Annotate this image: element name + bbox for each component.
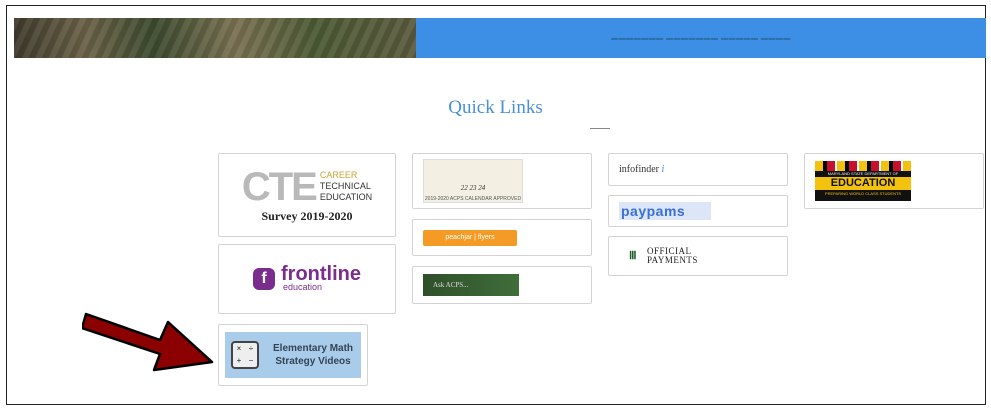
math-label-line1: Elementary Math [273, 343, 354, 354]
msde-logo: MARYLAND STATE DEPARTMENT OF EDUCATION P… [815, 161, 911, 201]
infofinder-label: infofinder [619, 164, 659, 175]
calendar-image: 22 23 24 2019-2020 ACPS CALENDAR APPROVE… [423, 159, 523, 203]
official-payments-link[interactable]: Ⅲ OFFICIAL PAYMENTS [608, 236, 788, 276]
infofinder-i-icon: i [661, 164, 665, 175]
cte-survey-label: Survey 2019-2020 [261, 208, 353, 223]
infofinder-link[interactable]: infofinder i [608, 153, 788, 186]
msde-big-text: EDUCATION [815, 177, 911, 190]
banner-photo [14, 18, 416, 58]
calendar-numbers: 22 23 24 [460, 184, 486, 192]
frontline-logo-icon: f [253, 268, 275, 290]
frontline-name: frontline [281, 263, 361, 285]
maryland-flag-icon [815, 161, 911, 171]
cte-line-education: EDUCATION [319, 192, 373, 202]
math-label-line2: Strategy Videos [275, 356, 351, 367]
calendar-caption: 2019-2020 ACPS CALENDAR APPROVED [424, 196, 522, 202]
cte-logo-text: CTE [241, 164, 318, 209]
paypams-link[interactable]: paypams [608, 195, 788, 227]
peachjar-flyers-link[interactable]: peachjar | flyers [412, 219, 592, 256]
pointer-arrow-icon [82, 312, 214, 372]
header-banner: ▬▬▬▬▬▬▬ ▬▬▬▬▬▬▬ ▬▬▬▬▬ ▬▬▬▬ [14, 18, 986, 58]
cte-survey-link[interactable]: CTE CAREER TECHNICAL EDUCATION Survey 20… [218, 153, 396, 237]
frontline-education-link[interactable]: f frontline education [218, 244, 396, 314]
title-divider [590, 128, 610, 129]
cte-line-career: CAREER [319, 170, 358, 180]
paypams-logo: paypams [619, 202, 711, 220]
official-line2: PAYMENTS [647, 255, 698, 265]
columns-icon: Ⅲ [629, 249, 637, 262]
banner-nav-bar: ▬▬▬▬▬▬▬ ▬▬▬▬▬▬▬ ▬▬▬▬▬ ▬▬▬▬ [416, 18, 986, 58]
calculator-icon: × ÷ + − [231, 341, 259, 369]
ask-acps-chalkboard: Ask ACPS... [423, 274, 519, 296]
acps-calendar-link[interactable]: 22 23 24 2019-2020 ACPS CALENDAR APPROVE… [412, 153, 592, 209]
ask-acps-link[interactable]: Ask ACPS... [412, 266, 592, 304]
math-banner: × ÷ + − Elementary Math Strategy Videos [225, 332, 361, 378]
elementary-math-videos-link[interactable]: × ÷ + − Elementary Math Strategy Videos [218, 324, 368, 386]
msde-tagline: PREPARING WORLD CLASS STUDENTS [824, 191, 902, 196]
msde-link[interactable]: MARYLAND STATE DEPARTMENT OF EDUCATION P… [804, 153, 984, 209]
peachjar-logo: peachjar | flyers [423, 229, 517, 246]
quick-links-title: Quick Links [448, 97, 543, 118]
cte-line-technical: TECHNICAL [319, 181, 371, 191]
banner-nav-text: ▬▬▬▬▬▬▬ ▬▬▬▬▬▬▬ ▬▬▬▬▬ ▬▬▬▬ [611, 34, 791, 42]
